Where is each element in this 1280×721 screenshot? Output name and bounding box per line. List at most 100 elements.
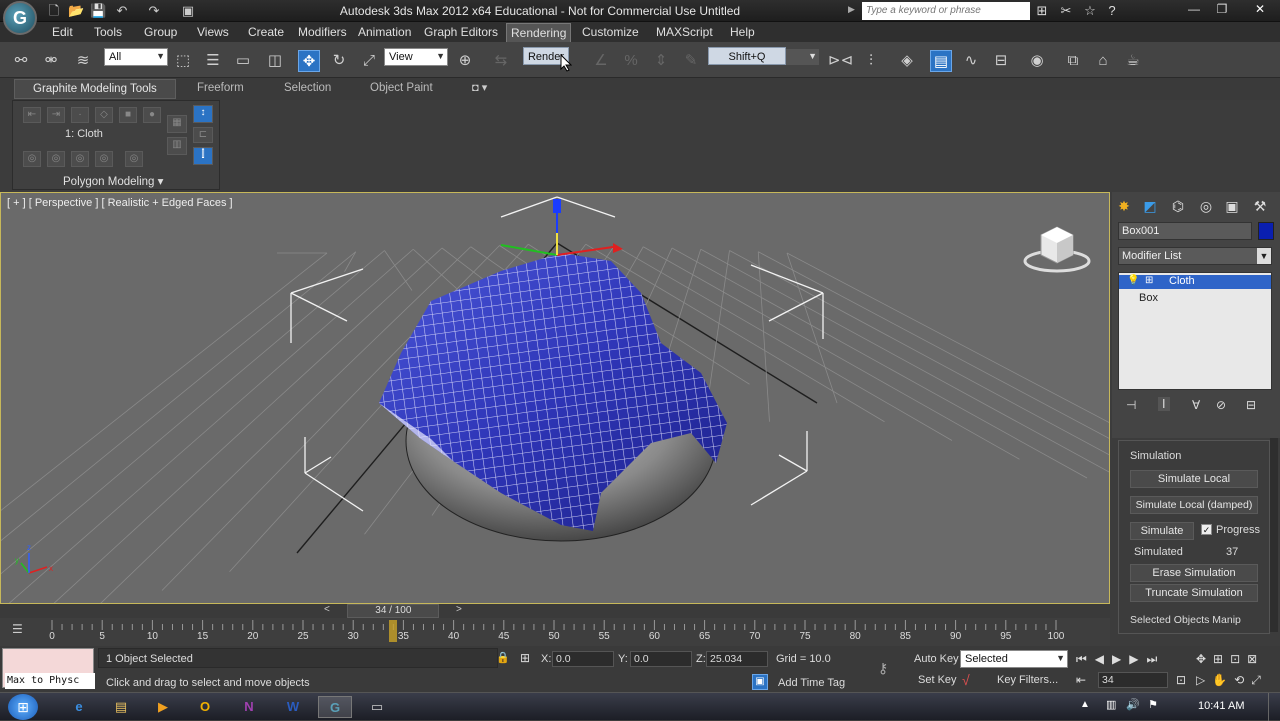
modifier-list-dropdown[interactable]: Modifier List ▼ <box>1118 247 1272 265</box>
media-player-icon[interactable]: ▶ <box>146 696 180 718</box>
select-move-icon[interactable]: ✥ <box>298 50 320 72</box>
volume-icon[interactable]: 🔊 <box>1126 698 1140 711</box>
use-displacement-icon[interactable]: ▦ <box>167 115 187 133</box>
modify-mode-icon[interactable]: ◎ <box>71 151 89 167</box>
menu-animation[interactable]: Animation <box>356 25 413 39</box>
pivot-center-icon[interactable]: ⊕ <box>454 50 476 72</box>
time-slider[interactable]: < 34 / 100 > <box>0 604 1110 618</box>
open-file-icon[interactable]: 📂 <box>68 3 84 19</box>
star-icon[interactable]: ☆ <box>1082 3 1098 19</box>
taskbar-clock[interactable]: 10:41 AM <box>1198 700 1244 712</box>
bulb-icon[interactable]: 💡 <box>1127 275 1139 286</box>
tools-icon[interactable]: ✂ <box>1058 3 1074 19</box>
z-coordinate-field[interactable]: 25.034 <box>706 651 768 667</box>
help-icon[interactable]: ? <box>1104 3 1120 19</box>
display-tab-icon[interactable]: ▣ <box>1222 196 1242 216</box>
select-by-name-icon[interactable]: ☰ <box>202 50 224 72</box>
preserve-uvs-icon[interactable]: ◎ <box>23 151 41 167</box>
undo-icon[interactable]: ↶ <box>114 3 130 19</box>
menu-edit[interactable]: Edit <box>50 25 75 39</box>
viewport-label[interactable]: [ + ] [ Perspective ] [ Realistic + Edge… <box>7 197 233 209</box>
collapse-stack-icon[interactable]: ◎ <box>47 151 65 167</box>
selection-filter-dropdown[interactable]: All ▼ <box>104 48 168 66</box>
element-mode-icon[interactable]: ● <box>143 107 161 123</box>
viewport-nav-controls-bottom[interactable]: ▷✋⟲⤢ <box>1196 673 1268 688</box>
select-scale-icon[interactable]: ⤢ <box>358 50 380 72</box>
stack-item-cloth[interactable]: 💡 ⊞ Cloth <box>1119 275 1271 289</box>
menu-help[interactable]: Help <box>728 25 757 39</box>
truncate-simulation-button[interactable]: Truncate Simulation <box>1130 584 1258 602</box>
angle-snap-icon[interactable]: ∠ <box>590 50 612 72</box>
motion-tab-icon[interactable]: ◎ <box>1196 196 1216 216</box>
next-modifier-icon[interactable]: ⇥ <box>47 107 65 123</box>
x-coordinate-field[interactable]: 0.0 <box>552 651 614 667</box>
tray-arrow-icon[interactable]: ▲ <box>1080 699 1090 710</box>
unlink-icon[interactable]: ⚮ <box>40 50 62 72</box>
ignore-backfacing-icon[interactable]: ▥ <box>167 137 187 155</box>
graphite-toggle-icon[interactable]: ▤ <box>930 50 952 72</box>
next-rollout-title[interactable]: Selected Objects Manip <box>1130 614 1241 626</box>
track-bar[interactable]: ☰ 0 5 10 15 20 25 30 35 40 45 50 55 60 65 70 75 80 85 90 95… <box>0 618 1110 646</box>
pin-stack-icon[interactable]: ⊣ <box>1126 398 1136 412</box>
y-coordinate-field[interactable]: 0.0 <box>630 651 692 667</box>
auto-key-button[interactable]: Auto Key <box>914 653 959 665</box>
onenote-icon[interactable]: N <box>232 696 266 718</box>
create-tab-icon[interactable]: ✸ <box>1114 196 1134 216</box>
named-selection-dropdown[interactable]: ▼ <box>784 48 820 66</box>
new-file-icon[interactable]: 🗋 <box>46 3 62 19</box>
viewport-scene[interactable]: x y z <box>1 193 1109 603</box>
utilities-tab-icon[interactable]: ⚒ <box>1250 196 1270 216</box>
menu-graph-editors[interactable]: Graph Editors <box>422 25 500 39</box>
material-editor-icon[interactable]: ◉ <box>1026 50 1048 72</box>
layer-manager-icon[interactable]: ◈ <box>896 50 918 72</box>
menu-tools[interactable]: Tools <box>92 25 124 39</box>
app-logo-icon[interactable]: G <box>3 1 37 35</box>
key-filter-check-icon[interactable]: √ <box>962 672 970 688</box>
time-slider-thumb[interactable]: 34 / 100 <box>347 604 440 618</box>
menu-create[interactable]: Create <box>246 25 286 39</box>
menu-customize[interactable]: Customize <box>580 25 641 39</box>
link-icon[interactable]: ⚯ <box>10 50 32 72</box>
spinner-snap-icon[interactable]: ⇕ <box>650 50 672 72</box>
simulate-local-damped-button[interactable]: Simulate Local (damped) <box>1130 496 1258 514</box>
paint-connect-icon[interactable]: ⫿ <box>193 147 213 165</box>
menu-modifiers[interactable]: Modifiers <box>296 25 349 39</box>
modifier-stack[interactable]: 💡 ⊞ Cloth Box <box>1118 272 1272 390</box>
bind-spacewarp-icon[interactable]: ≋ <box>72 50 94 72</box>
show-end-result-icon[interactable]: Ⅰ <box>1158 397 1170 411</box>
redo-icon[interactable]: ↷ <box>146 3 162 19</box>
absolute-mode-icon[interactable]: ⊞ <box>520 651 530 665</box>
window-icon[interactable]: ▭ <box>360 696 394 718</box>
network-icon[interactable]: ▥ <box>1106 698 1116 711</box>
set-key-button[interactable]: Set Key <box>918 674 957 686</box>
snap-toggle-icon[interactable]: ⇆ <box>490 50 512 72</box>
key-mode-dropdown[interactable]: Selected ▼ <box>960 650 1068 668</box>
word-icon[interactable]: W <box>276 696 310 718</box>
percent-snap-icon[interactable]: % <box>620 50 642 72</box>
menu-maxscript[interactable]: MAXScript <box>654 25 715 39</box>
ribbon-options-icon[interactable]: ◘ ▾ <box>472 81 487 94</box>
simulate-local-button[interactable]: Simulate Local <box>1130 470 1258 488</box>
reference-coord-dropdown[interactable]: View ▼ <box>384 48 448 66</box>
prev-frame-arrow-icon[interactable]: < <box>324 604 330 615</box>
time-tag-icon[interactable]: ▣ <box>752 674 768 690</box>
show-desktop-button[interactable] <box>1268 693 1280 721</box>
viewcube[interactable] <box>1023 226 1091 273</box>
add-time-tag[interactable]: Add Time Tag <box>778 677 845 689</box>
minimize-button[interactable]: — <box>1180 1 1208 17</box>
viewport-nav-controls-top[interactable]: ✥⊞⊡⊠ <box>1196 652 1264 666</box>
restore-button[interactable]: ❐ <box>1208 1 1236 17</box>
file-explorer-icon[interactable]: ▤ <box>104 696 138 718</box>
select-object-icon[interactable]: ⬚ <box>172 50 194 72</box>
show-end-result-icon[interactable]: ◎ <box>125 151 143 167</box>
key-filters-button[interactable]: Key Filters... <box>997 674 1058 686</box>
rollout-title[interactable]: Simulation <box>1130 450 1181 462</box>
perspective-viewport[interactable]: x y z [ + ] [ Perspective ] [ Realistic … <box>0 192 1110 604</box>
edge-mode-icon[interactable]: ◇ <box>95 107 113 123</box>
rendered-frame-icon[interactable]: ⌂ <box>1092 50 1114 72</box>
erase-simulation-button[interactable]: Erase Simulation <box>1130 564 1258 582</box>
time-config-icon[interactable]: ⊡ <box>1176 673 1186 687</box>
flag-icon[interactable]: ⚑ <box>1148 698 1158 711</box>
tab-freeform[interactable]: Freeform <box>197 82 244 94</box>
tab-object-paint[interactable]: Object Paint <box>370 82 433 94</box>
